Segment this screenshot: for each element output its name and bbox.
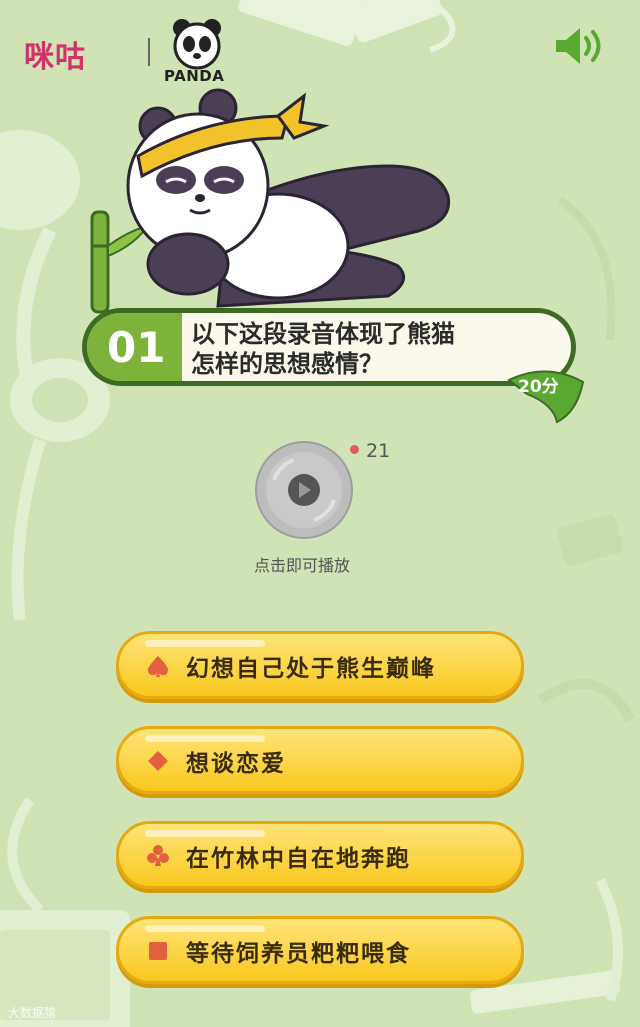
button-shine [145, 735, 265, 742]
option-label: 幻想自己处于熊生巅峰 [186, 656, 436, 682]
option-b-button[interactable]: 想谈恋爱 [116, 726, 524, 794]
option-d-button[interactable]: 等待饲养员粑粑喂食 [116, 916, 524, 984]
speaker-icon[interactable] [552, 26, 606, 66]
question-card: 01 以下这段录音体现了熊猫 怎样的思想感情？ [87, 313, 571, 381]
play-hint: 点击即可播放 [253, 556, 350, 575]
header: 咪咕 PANDA [0, 0, 640, 90]
button-shine [145, 640, 265, 647]
option-c-button[interactable]: 在竹林中自在地奔跑 [116, 821, 524, 889]
square-icon [149, 942, 167, 960]
option-label: 在竹林中自在地奔跑 [186, 846, 411, 872]
option-a-button[interactable]: 幻想自己处于熊生巅峰 [116, 631, 524, 699]
diamond-icon [148, 751, 168, 771]
question-number-box: 01 [87, 313, 182, 381]
question-banner: 01 以下这段录音体现了熊猫 怎样的思想感情？ [82, 308, 576, 386]
club-icon [147, 845, 169, 866]
panda-mascot-illustration [90, 88, 451, 314]
recording-dot-icon [350, 445, 359, 454]
logo-divider [148, 38, 150, 66]
button-shine [145, 830, 265, 837]
migu-logo: 咪咕 [24, 40, 86, 75]
option-label: 等待饲养员粑粑喂食 [186, 941, 411, 967]
question-score: 20分 [518, 377, 559, 397]
question-number: 01 [107, 323, 166, 372]
watermark: 大数据猿 [8, 1006, 57, 1020]
question-line-1: 以下这段录音体现了熊猫 [191, 320, 455, 348]
audio-countdown: 21 [366, 440, 391, 462]
spade-icon [148, 656, 168, 677]
audio-disc-play-button[interactable] [254, 440, 354, 540]
panda-logo-text: PANDA [164, 67, 225, 85]
option-label: 想谈恋爱 [186, 751, 286, 777]
button-shine [145, 925, 265, 932]
